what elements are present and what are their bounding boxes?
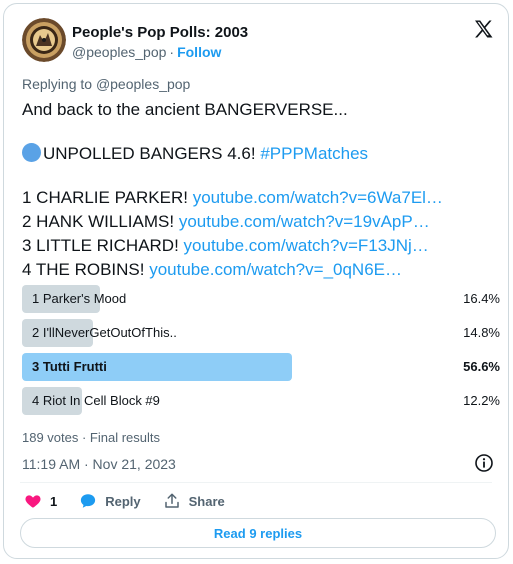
track-text: 1 CHARLIE PARKER! (22, 188, 193, 207)
replying-to: Replying to @peoples_pop (22, 76, 190, 92)
timestamp[interactable]: 11:19 AM · Nov 21, 2023 (22, 456, 176, 472)
tweet-heading: UNPOLLED BANGERS 4.6! #PPPMatches (22, 142, 368, 166)
blue-circle-icon (22, 143, 41, 162)
replying-prefix: Replying to (22, 76, 96, 92)
poll-option: 3 Tutti Frutti 56.6% (22, 353, 500, 381)
tweet-card: People's Pop Polls: 2003 @peoples_pop · Fo… (3, 3, 509, 559)
reply-button[interactable]: Reply (79, 492, 141, 510)
poll-option: 1 Parker's Mood 16.4% (22, 285, 500, 313)
action-bar: 1 Reply Share (24, 490, 247, 512)
info-icon[interactable] (474, 453, 494, 473)
author-name[interactable]: People's Pop Polls: 2003 (72, 24, 248, 41)
separator-dot: · (169, 44, 175, 60)
like-count: 1 (50, 493, 58, 509)
heading-text: UNPOLLED BANGERS 4.6! (43, 144, 261, 163)
track-text: 2 HANK WILLIAMS! (22, 212, 179, 231)
track-link[interactable]: youtube.com/watch?v=_0qN6E… (149, 260, 402, 279)
heart-icon (25, 495, 41, 508)
track-link[interactable]: youtube.com/watch?v=F13JNj… (184, 236, 429, 255)
poll-option-percent: 14.8% (463, 325, 500, 340)
track-line: 4 THE ROBINS! youtube.com/watch?v=_0qN6E… (22, 258, 402, 282)
share-icon (164, 493, 179, 508)
poll-option-label: 2 I'llNeverGetOutOfThis.. (32, 325, 177, 340)
share-label: Share (188, 493, 225, 509)
author-handle[interactable]: @peoples_pop (72, 44, 166, 60)
share-button[interactable]: Share (163, 492, 225, 510)
reply-bubble-icon (81, 494, 96, 508)
poll-option-label: 4 Riot In Cell Block #9 (32, 393, 160, 408)
track-line: 1 CHARLIE PARKER! youtube.com/watch?v=6W… (22, 186, 443, 210)
like-button[interactable]: 1 (24, 492, 57, 510)
poll-option-percent: 12.2% (463, 393, 500, 408)
reply-label: Reply (105, 493, 141, 509)
track-line: 3 LITTLE RICHARD! youtube.com/watch?v=F1… (22, 234, 429, 258)
read-replies-button[interactable]: Read 9 replies (20, 518, 496, 548)
x-logo-icon[interactable] (472, 18, 496, 42)
poll-option: 4 Riot In Cell Block #9 12.2% (22, 387, 500, 415)
track-link[interactable]: youtube.com/watch?v=6Wa7El… (193, 188, 443, 207)
track-text: 4 THE ROBINS! (22, 260, 150, 279)
poll-option-percent: 56.6% (463, 359, 500, 374)
track-text: 3 LITTLE RICHARD! (22, 236, 184, 255)
poll-summary: 189 votes · Final results (22, 430, 161, 445)
follow-button[interactable]: Follow (177, 44, 221, 60)
tweet-line-1: And back to the ancient BANGERVERSE... (22, 100, 348, 119)
avatar[interactable] (22, 18, 66, 62)
poll-option-percent: 16.4% (463, 291, 500, 306)
poll-option-label: 3 Tutti Frutti (32, 359, 107, 374)
poll-option: 2 I'llNeverGetOutOfThis.. 14.8% (22, 319, 500, 347)
track-link[interactable]: youtube.com/watch?v=19vApP… (179, 212, 430, 231)
hashtag-link[interactable]: #PPPMatches (260, 144, 368, 163)
divider (20, 482, 492, 483)
replying-mention[interactable]: @peoples_pop (96, 76, 190, 92)
poll-option-label: 1 Parker's Mood (32, 291, 127, 306)
track-line: 2 HANK WILLIAMS! youtube.com/watch?v=19v… (22, 210, 430, 234)
author-handle-line: @peoples_pop · Follow (72, 44, 221, 60)
